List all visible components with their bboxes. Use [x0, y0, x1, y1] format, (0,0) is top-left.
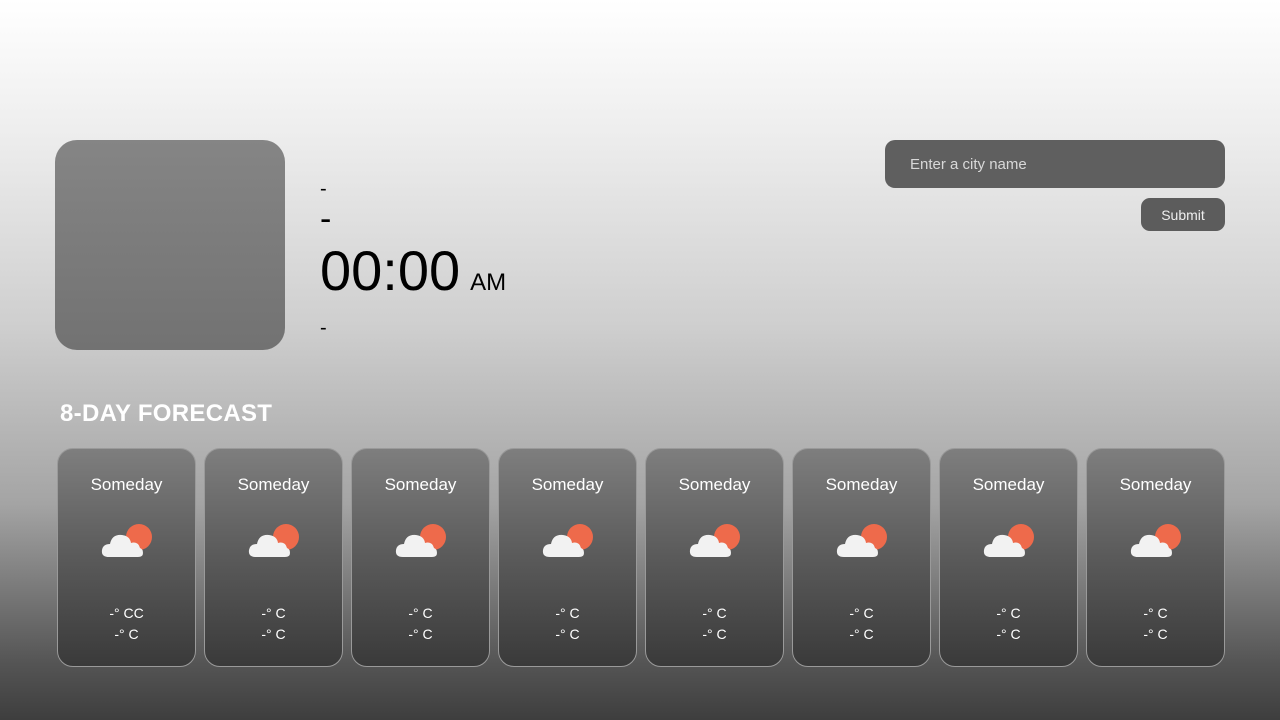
- forecast-temps: -° C -° C: [205, 603, 342, 645]
- forecast-high: -° C: [261, 605, 286, 621]
- city-search-input[interactable]: [885, 140, 1225, 188]
- cloud-sun-icon: [983, 524, 1034, 557]
- forecast-low: -° C: [702, 626, 727, 642]
- forecast-day: Someday: [237, 475, 310, 494]
- cloud-sun-icon: [542, 524, 593, 557]
- current-line-1: -: [320, 178, 327, 200]
- cloud-sun-icon: [836, 524, 887, 557]
- forecast-low: -° C: [261, 626, 286, 642]
- cloud-sun-icon: [689, 524, 740, 557]
- forecast-day: Someday: [825, 475, 898, 494]
- current-line-2: -: [320, 200, 332, 238]
- forecast-high: -° C: [996, 605, 1021, 621]
- forecast-temps: -° C -° C: [499, 603, 636, 645]
- forecast-low: -° C: [408, 626, 433, 642]
- time-ampm: AM: [470, 269, 507, 296]
- time-clock: 00:00: [320, 239, 461, 302]
- cloud-sun-icon: [395, 524, 446, 557]
- forecast-temps: -° C -° C: [793, 603, 930, 645]
- forecast-card: Someday -° C -° C: [498, 448, 637, 667]
- forecast-card: Someday -° C -° C: [939, 448, 1078, 667]
- forecast-card: Someday -° C -° C: [645, 448, 784, 667]
- forecast-low: -° C: [555, 626, 580, 642]
- forecast-day: Someday: [678, 475, 751, 494]
- forecast-title: 8-DAY FORECAST: [60, 400, 273, 427]
- forecast-day: Someday: [1119, 475, 1192, 494]
- forecast-card: Someday -° CC -° C: [57, 448, 196, 667]
- forecast-high: -° C: [702, 605, 727, 621]
- forecast-card: Someday -° C -° C: [351, 448, 490, 667]
- current-time: 00:00 AM: [320, 242, 506, 315]
- forecast-high: -° C: [1143, 605, 1168, 621]
- forecast-low: -° C: [114, 626, 139, 642]
- forecast-temps: -° CC -° C: [58, 603, 195, 645]
- cloud-sun-icon: [1130, 524, 1181, 557]
- forecast-day: Someday: [531, 475, 604, 494]
- forecast-day: Someday: [384, 475, 457, 494]
- forecast-high: -° C: [555, 605, 580, 621]
- forecast-temps: -° C -° C: [1087, 603, 1224, 645]
- forecast-card: Someday -° C -° C: [204, 448, 343, 667]
- forecast-high: -° CC: [109, 605, 144, 621]
- forecast-low: -° C: [1143, 626, 1168, 642]
- cloud-sun-icon: [101, 524, 152, 557]
- current-weather: - - 00:00 AM -: [320, 178, 506, 339]
- forecast-temps: -° C -° C: [646, 603, 783, 645]
- current-line-3: -: [320, 317, 327, 339]
- forecast-cards: Someday -° CC -° C Someday -° C -° C Som…: [57, 448, 1225, 667]
- forecast-day: Someday: [972, 475, 1045, 494]
- forecast-low: -° C: [996, 626, 1021, 642]
- submit-button[interactable]: Submit: [1141, 198, 1225, 231]
- forecast-card: Someday -° C -° C: [1086, 448, 1225, 667]
- forecast-temps: -° C -° C: [352, 603, 489, 645]
- forecast-high: -° C: [849, 605, 874, 621]
- forecast-card: Someday -° C -° C: [792, 448, 931, 667]
- forecast-temps: -° C -° C: [940, 603, 1077, 645]
- forecast-high: -° C: [408, 605, 433, 621]
- forecast-day: Someday: [90, 475, 163, 494]
- city-image: [55, 140, 285, 350]
- cloud-sun-icon: [248, 524, 299, 557]
- forecast-low: -° C: [849, 626, 874, 642]
